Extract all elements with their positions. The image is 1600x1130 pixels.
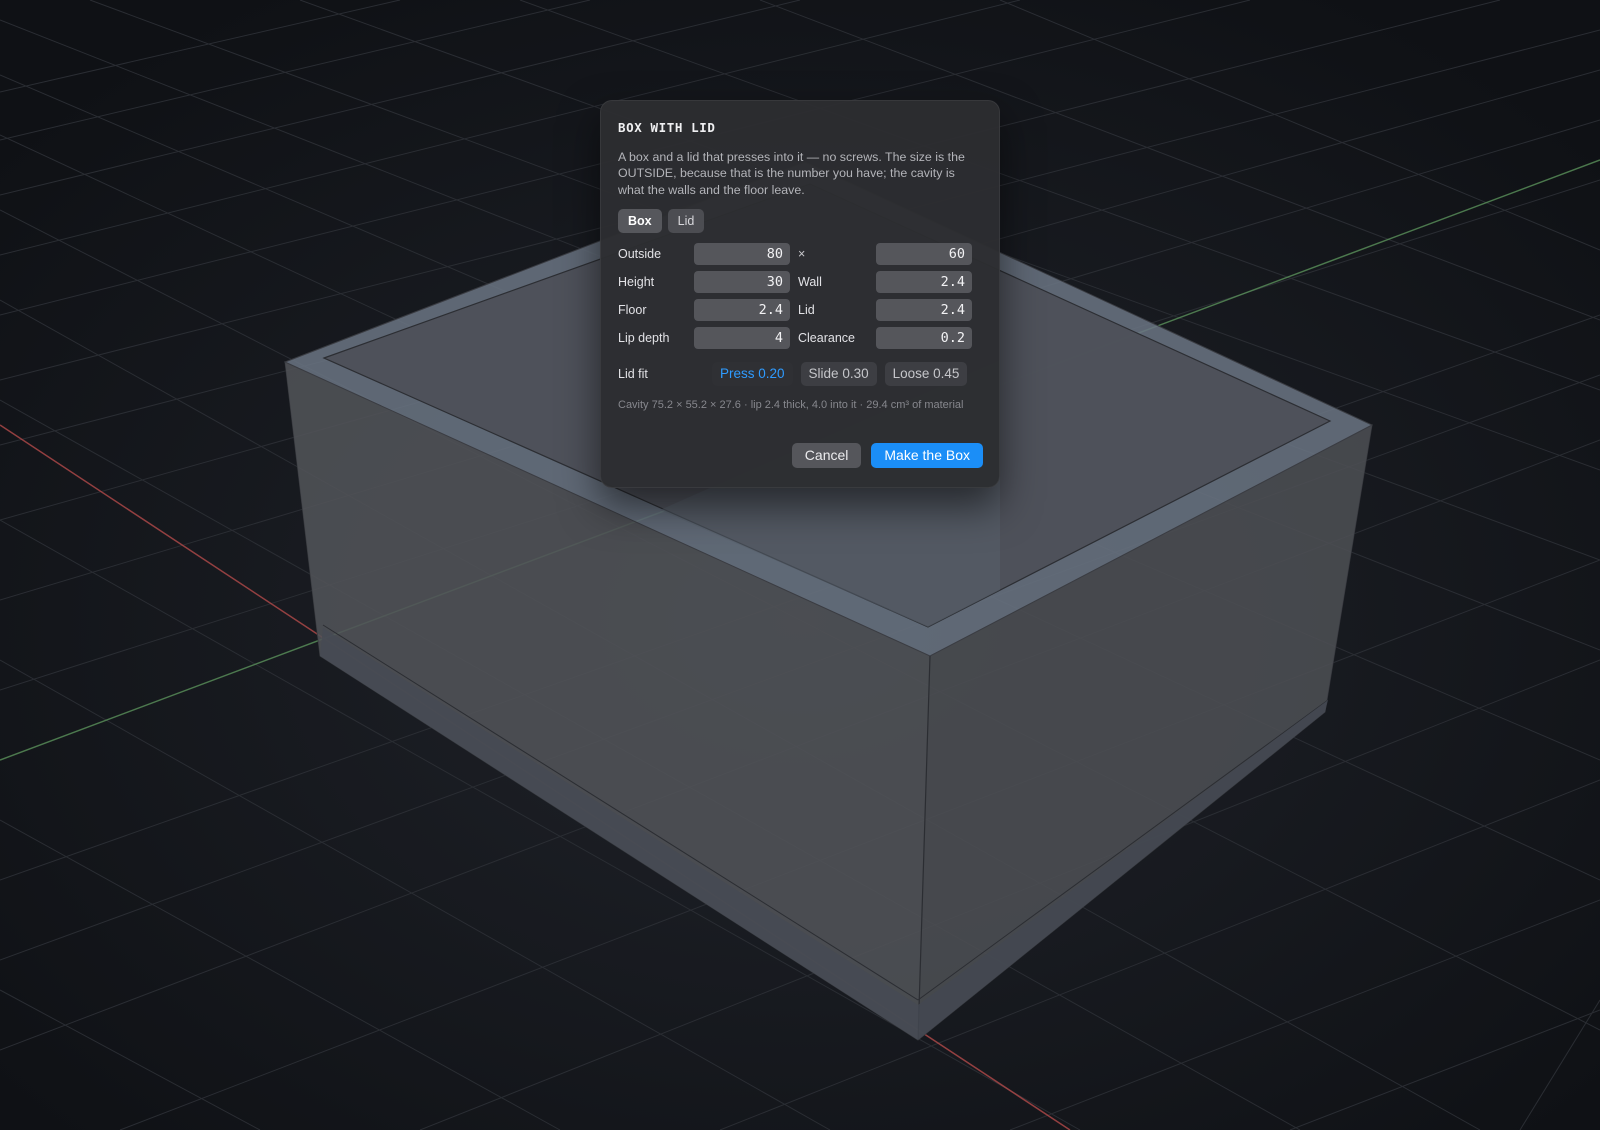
clearance-label: Clearance: [798, 331, 855, 346]
box-with-lid-dialog: BOX WITH LID A box and a lid that presse…: [600, 100, 1000, 488]
lid-fit-row: Lid fit Press 0.20 Slide 0.30 Loose 0.45: [618, 362, 982, 387]
height-input[interactable]: [694, 271, 790, 294]
wall-input[interactable]: [876, 271, 972, 294]
floor-label: Floor: [618, 303, 647, 318]
dimension-fields: Outside × Height Wall Floor Lid Lip dept…: [618, 243, 982, 350]
dialog-title: BOX WITH LID: [618, 120, 716, 135]
dialog-actions: Cancel Make the Box: [791, 443, 983, 468]
lip-depth-label: Lip depth: [618, 331, 670, 346]
tab-box[interactable]: Box: [618, 209, 662, 234]
lid-input[interactable]: [876, 299, 972, 322]
part-tabs: Box Lid: [618, 209, 982, 234]
cavity-summary: Cavity 75.2 × 55.2 × 27.6 · lip 2.4 thic…: [618, 399, 964, 412]
wall-label: Wall: [798, 275, 822, 290]
cancel-button[interactable]: Cancel: [791, 443, 862, 468]
lid-fit-label: Lid fit: [618, 367, 648, 382]
times-sign: ×: [798, 247, 806, 262]
lid-label: Lid: [798, 303, 815, 318]
fit-option-loose[interactable]: Loose 0.45: [884, 362, 968, 387]
fit-option-slide[interactable]: Slide 0.30: [800, 362, 877, 387]
height-label: Height: [618, 275, 655, 290]
fit-option-press[interactable]: Press 0.20: [712, 362, 793, 387]
lip-depth-input[interactable]: [694, 327, 790, 350]
clearance-input[interactable]: [876, 327, 972, 350]
outside-depth-input[interactable]: [876, 243, 972, 266]
dialog-description: A box and a lid that presses into it — n…: [618, 150, 965, 197]
outside-label: Outside: [618, 247, 662, 262]
tab-lid[interactable]: Lid: [667, 209, 705, 234]
floor-input[interactable]: [694, 299, 790, 322]
outside-width-input[interactable]: [694, 243, 790, 266]
make-box-button[interactable]: Make the Box: [871, 443, 983, 468]
